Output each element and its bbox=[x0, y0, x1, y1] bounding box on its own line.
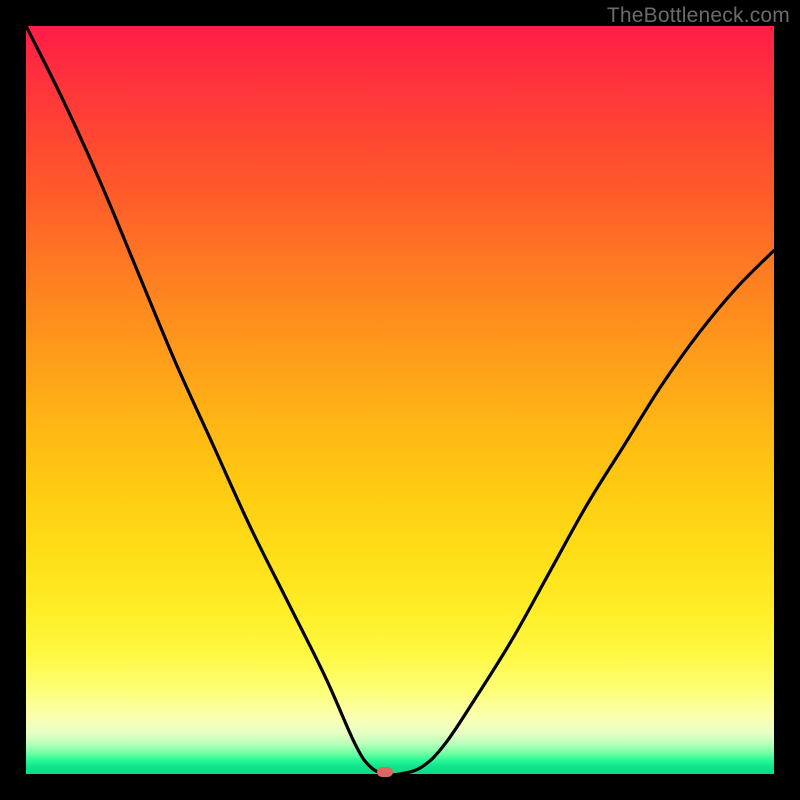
chart-plot-area bbox=[26, 26, 774, 774]
bottleneck-curve bbox=[26, 26, 774, 774]
watermark-text: TheBottleneck.com bbox=[607, 4, 790, 28]
optimal-point-marker bbox=[377, 767, 393, 777]
